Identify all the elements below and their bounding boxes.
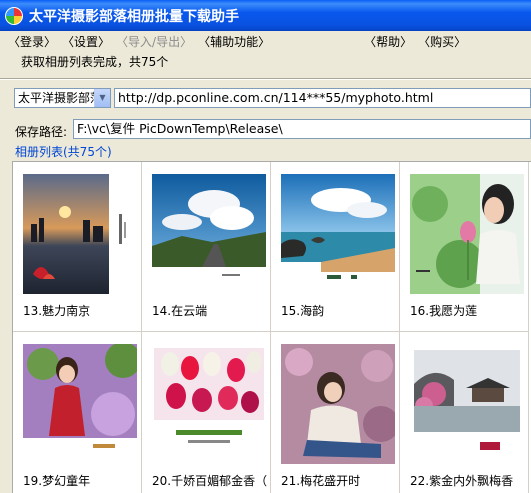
window-title: 太平洋摄影部落相册批量下载助手 <box>29 8 239 25</box>
album-caption: 14.在云端 <box>152 304 208 318</box>
menu-settings[interactable]: 〈设置〉 <box>60 33 112 50</box>
album-caption: 13.魅力南京 <box>23 304 91 318</box>
album-item[interactable]: 14.在云端 <box>142 162 271 332</box>
garden-pavilion-photo <box>410 344 524 464</box>
sky-clouds-road-photo <box>152 174 266 294</box>
album-list-label: 相册列表(共75个) <box>15 145 112 159</box>
girl-lotus-photo <box>410 174 524 294</box>
album-caption: 20.千娇百媚郁金香（ <box>152 474 268 488</box>
menu-bar: 〈登录〉 〈设置〉 〈导入/导出〉 〈辅助功能〉 〈帮助〉 〈购买〉 <box>0 31 531 51</box>
menu-import-export[interactable]: 〈导入/导出〉 <box>114 33 194 50</box>
album-item[interactable]: 22.紫金内外飘梅香 <box>400 332 529 493</box>
album-item[interactable]: 15.海韵 <box>271 162 400 332</box>
app-logo-icon <box>5 6 23 25</box>
girl-plum-blossom-photo <box>281 344 395 464</box>
album-caption: 22.紫金内外飘梅香 <box>410 474 514 488</box>
album-item[interactable]: 20.千娇百媚郁金香（ <box>142 332 271 493</box>
url-input[interactable]: http://dp.pconline.com.cn/114***55/mypho… <box>114 88 531 108</box>
album-caption: 19.梦幻童年 <box>23 474 91 488</box>
divider <box>0 78 531 80</box>
title-bar: 太平洋摄影部落相册批量下载助手 <box>0 0 531 31</box>
city-sunset-photo <box>23 174 137 294</box>
tulips-photo <box>152 344 266 464</box>
menu-help[interactable]: 〈帮助〉 <box>362 33 414 50</box>
status-text: 获取相册列表完成，共75个 <box>21 55 169 69</box>
child-flowers-photo <box>23 344 137 464</box>
chevron-down-icon[interactable]: ▼ <box>94 89 110 107</box>
album-item[interactable]: 16.我愿为莲 <box>400 162 529 332</box>
save-path-label: 保存路径: <box>15 125 68 139</box>
album-list[interactable]: 13.魅力南京 14.在云端 15.海韵 16.我愿为莲 19.梦幻童年 20.… <box>12 161 531 493</box>
site-select[interactable]: 太平洋摄影部落 ▼ <box>14 88 111 108</box>
menu-purchase[interactable]: 〈购买〉 <box>416 33 468 50</box>
save-path-input[interactable]: F:\vc\复件 PicDownTemp\Release\ <box>73 119 531 139</box>
album-item[interactable]: 19.梦幻童年 <box>13 332 142 493</box>
album-item[interactable]: 13.魅力南京 <box>13 162 142 332</box>
album-caption: 15.海韵 <box>281 304 325 318</box>
site-select-value: 太平洋摄影部落 <box>18 91 103 105</box>
menu-login[interactable]: 〈登录〉 <box>6 33 58 50</box>
album-item[interactable]: 21.梅花盛开时 <box>271 332 400 493</box>
album-caption: 21.梅花盛开时 <box>281 474 361 488</box>
seaside-rocks-photo <box>281 174 395 294</box>
album-caption: 16.我愿为莲 <box>410 304 478 318</box>
menu-tools[interactable]: 〈辅助功能〉 <box>196 33 272 50</box>
